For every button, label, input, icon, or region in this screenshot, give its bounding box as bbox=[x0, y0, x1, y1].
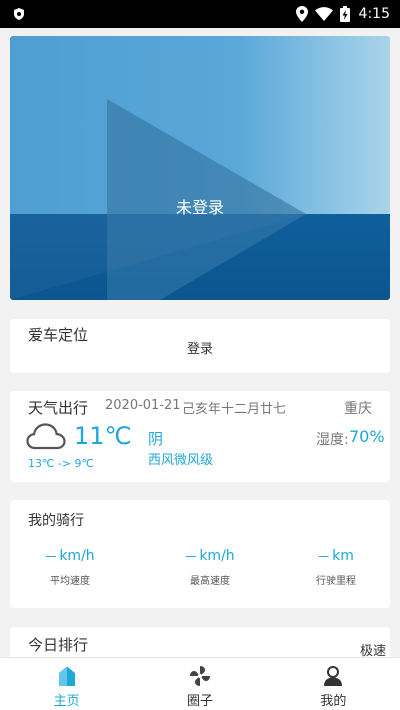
weather-condition: 阴 bbox=[148, 430, 164, 448]
weather-card: 天气出行 2020-01-21 己亥年十二月廿七 重庆 11℃ 阴 西风微风级 … bbox=[10, 391, 390, 482]
app-screen: 4:15 未登录 爱车定位 登录 天气出行 2020-01-21 己亥年十二月廿… bbox=[0, 0, 400, 710]
ranking-title: 今日排行 bbox=[28, 636, 89, 654]
riding-card: 我的骑行 --- km/h 平均速度 --- km/h 最高速度 --- km 行驶里… bbox=[10, 500, 390, 608]
weather-wind: 西风微风级 bbox=[148, 453, 214, 468]
max-speed-label: 最高速度 bbox=[190, 576, 230, 587]
nav-item-circle[interactable]: 圈子 bbox=[133, 658, 266, 710]
weather-title: 天气出行 bbox=[28, 399, 89, 417]
distance-unit: km bbox=[332, 548, 354, 564]
status-time: 4:15 bbox=[358, 6, 390, 22]
weather-lunar-date: 己亥年十二月廿七 bbox=[182, 402, 287, 417]
nav-label-profile: 我的 bbox=[320, 694, 347, 709]
max-speed-stat: --- km/h 最高速度 bbox=[170, 548, 250, 587]
nav-item-profile[interactable]: 我的 bbox=[267, 658, 400, 710]
weather-temperature: 11℃ bbox=[74, 422, 132, 450]
banner-background bbox=[10, 36, 390, 300]
nav-label-circle: 圈子 bbox=[186, 694, 213, 709]
profile-icon bbox=[322, 664, 344, 688]
weather-temp-range: 13℃ -> 9℃ bbox=[28, 457, 94, 470]
distance-stat: --- km 行驶里程 bbox=[306, 548, 366, 587]
home-icon bbox=[57, 664, 77, 688]
nav-item-home[interactable]: 主页 bbox=[0, 658, 133, 710]
humidity-label: 湿度: bbox=[316, 432, 349, 448]
max-speed-value: --- bbox=[185, 549, 196, 563]
login-status-label[interactable]: 未登录 bbox=[10, 194, 390, 218]
status-bar: 4:15 bbox=[0, 0, 400, 28]
banner[interactable]: 未登录 bbox=[10, 36, 390, 300]
average-speed-unit: km/h bbox=[59, 548, 95, 564]
battery-icon bbox=[339, 6, 350, 22]
shield-icon bbox=[14, 8, 24, 20]
riding-title: 我的骑行 bbox=[28, 513, 84, 529]
weather-city: 重庆 bbox=[344, 401, 372, 417]
distance-value: --- bbox=[318, 549, 329, 563]
distance-label: 行驶里程 bbox=[316, 576, 356, 587]
bottom-nav: 主页 圈子 我的 bbox=[0, 657, 400, 710]
weather-date: 2020-01-21 bbox=[105, 398, 181, 413]
average-speed-value: --- bbox=[45, 549, 56, 563]
location-pin-icon bbox=[295, 6, 308, 22]
cloud-icon bbox=[26, 423, 66, 450]
wifi-icon bbox=[314, 7, 333, 21]
humidity-value: 70% bbox=[349, 427, 385, 446]
average-speed-label: 平均速度 bbox=[50, 576, 90, 587]
login-link[interactable]: 登录 bbox=[10, 338, 390, 357]
circle-pinwheel-icon bbox=[189, 664, 211, 688]
car-location-card: 爱车定位 登录 bbox=[10, 319, 390, 373]
nav-label-home: 主页 bbox=[53, 694, 80, 709]
max-speed-unit: km/h bbox=[199, 548, 235, 564]
average-speed-stat: --- km/h 平均速度 bbox=[30, 548, 110, 587]
